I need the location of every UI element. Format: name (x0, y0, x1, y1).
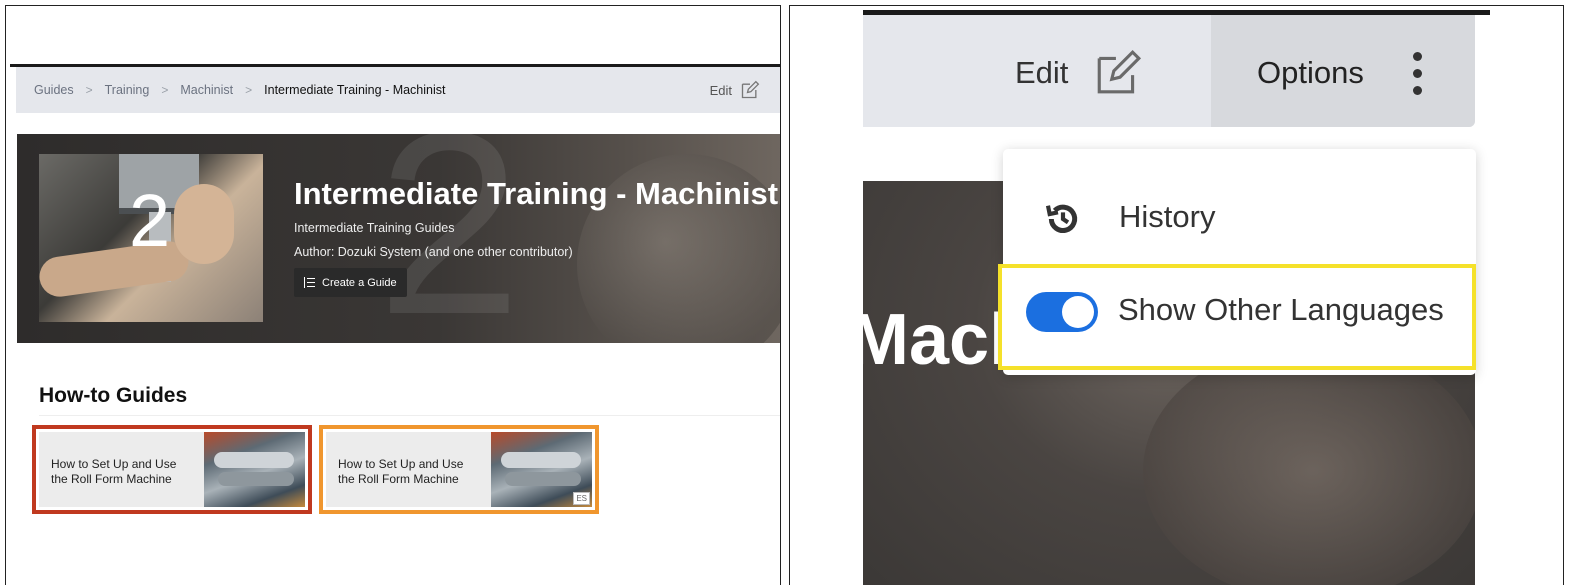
guide-card-spanish[interactable]: How to Set Up and Use the Roll Form Mach… (319, 425, 599, 514)
edit-icon (741, 80, 760, 99)
breadcrumb: Guides > Training > Machinist > Intermed… (16, 67, 780, 113)
menu-item-history[interactable]: History (1003, 169, 1476, 249)
history-icon (1045, 204, 1078, 233)
guide-thumbnail (204, 432, 305, 507)
guide-thumbnail: ES (491, 432, 592, 507)
page-title: Intermediate Training - Machinist (294, 176, 779, 211)
edit-label: Edit (709, 82, 732, 98)
language-badge: ES (573, 492, 590, 505)
guide-title: How to Set Up and Use the Roll Form Mach… (51, 457, 177, 486)
edit-button[interactable]: Edit (1015, 55, 1068, 91)
create-guide-button[interactable]: Create a Guide (294, 268, 407, 297)
screenshot-root: Guides > Training > Machinist > Intermed… (0, 0, 1569, 585)
toolbar: Options Edit (863, 15, 1475, 127)
show-languages-label: Show Other Languages (1118, 292, 1444, 327)
kebab-menu-icon (1411, 52, 1423, 96)
hero-watermark-number: 2 (377, 134, 522, 343)
author-line: Author: Dozuki System (and one other con… (294, 245, 573, 259)
chevron-right-icon: > (161, 83, 169, 97)
guide-card-english[interactable]: How to Set Up and Use the Roll Form Mach… (32, 425, 312, 514)
show-languages-toggle[interactable] (1026, 292, 1098, 332)
edit-icon[interactable] (1093, 48, 1143, 98)
section-title: How-to Guides (39, 384, 188, 407)
toggle-knob (1062, 296, 1094, 328)
list-icon (304, 277, 315, 288)
history-label: History (1119, 199, 1216, 234)
options-label: Options (1257, 55, 1364, 90)
options-button[interactable]: Options (1211, 15, 1475, 127)
category-hero: 2 2 Intermediate Training - Machinist In… (17, 134, 780, 343)
category-subtitle: Intermediate Training Guides (294, 221, 455, 235)
guide-title: How to Set Up and Use the Roll Form Mach… (338, 457, 464, 486)
create-guide-label: Create a Guide (322, 276, 397, 289)
breadcrumb-machinist[interactable]: Machinist (180, 83, 233, 97)
edit-button[interactable]: Edit (710, 80, 760, 100)
left-panel: Guides > Training > Machinist > Intermed… (5, 5, 781, 585)
breadcrumb-guides[interactable]: Guides (34, 83, 74, 97)
breadcrumb-training[interactable]: Training (105, 83, 150, 97)
right-panel: Options Edit Mach History Show Other Lan… (789, 5, 1564, 585)
category-thumbnail: 2 (39, 154, 263, 322)
menu-item-show-other-languages[interactable]: Show Other Languages (998, 264, 1476, 370)
thumbnail-number: 2 (129, 179, 171, 262)
breadcrumb-current: Intermediate Training - Machinist (264, 83, 446, 97)
chevron-right-icon: > (245, 83, 253, 97)
divider (39, 415, 780, 416)
chevron-right-icon: > (85, 83, 93, 97)
